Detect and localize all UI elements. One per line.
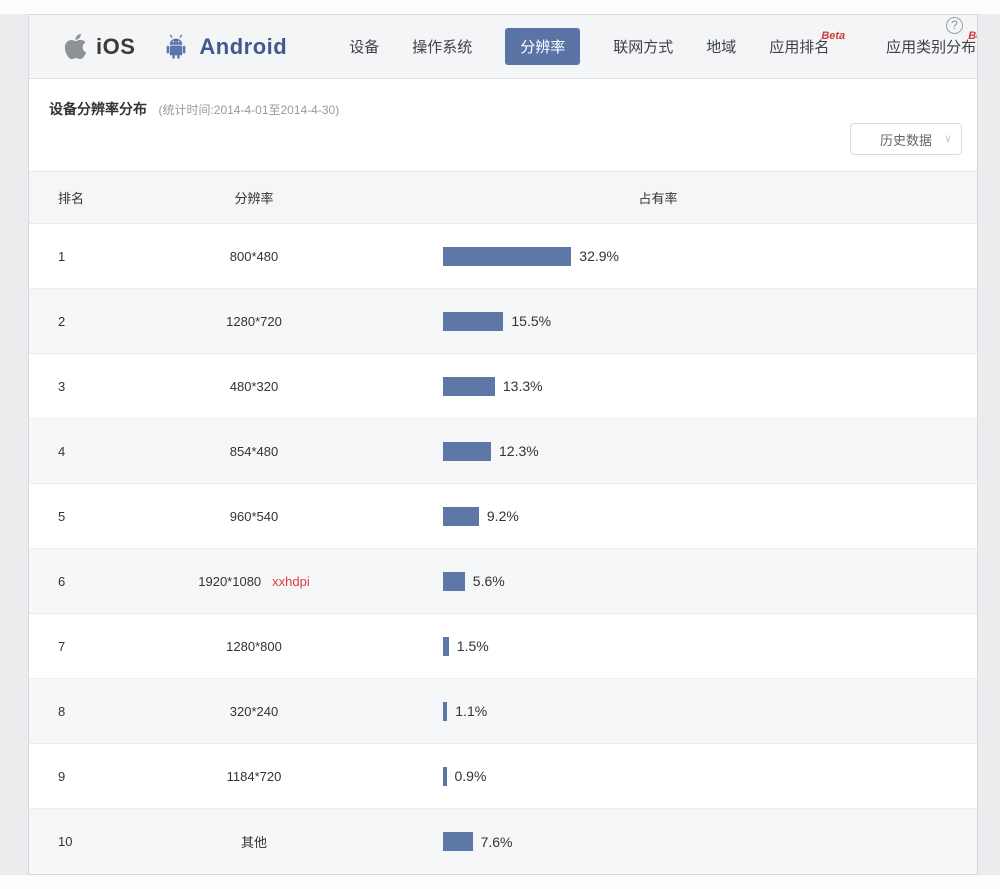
share-label: 1.1% <box>455 703 487 719</box>
rank-cell: 7 <box>29 639 139 654</box>
share-bar <box>443 637 449 656</box>
rank-cell: 4 <box>29 444 139 459</box>
beta-badge: Beta <box>821 30 845 42</box>
table-row: 1 800*480 32.9% <box>29 224 977 289</box>
share-cell: 0.9% <box>369 767 977 786</box>
table-body: 1 800*480 32.9% 2 1280*720 15.5% 3 480*3… <box>29 224 977 874</box>
nav-item-network[interactable]: 联网方式 <box>613 36 673 57</box>
history-data-dropdown[interactable]: 历史数据 ∨ <box>850 123 962 155</box>
share-bar <box>443 702 447 721</box>
share-bar <box>443 247 571 266</box>
share-label: 15.5% <box>511 313 551 329</box>
platform-label-ios: iOS <box>96 34 135 60</box>
share-cell: 15.5% <box>369 312 977 331</box>
table-row: 6 1920*1080 xxhdpi 5.6% <box>29 549 977 614</box>
table-row: 2 1280*720 15.5% <box>29 289 977 354</box>
resolution-cell: 1184*720 <box>139 769 369 784</box>
rank-cell: 9 <box>29 769 139 784</box>
resolution-tag-xxhdpi: xxhdpi <box>272 574 310 589</box>
rank-cell: 6 <box>29 574 139 589</box>
share-label: 0.9% <box>455 768 487 784</box>
rank-cell: 1 <box>29 249 139 264</box>
share-label: 32.9% <box>579 248 619 264</box>
resolution-cell: 1920*1080 xxhdpi <box>139 574 369 589</box>
page-title: 设备分辨率分布 <box>49 99 147 119</box>
header-share: 占有率 <box>369 188 977 207</box>
header-resolution: 分辨率 <box>139 188 369 207</box>
platform-label-android: Android <box>199 34 287 60</box>
platform-tab-android[interactable]: Android <box>161 31 287 62</box>
share-label: 12.3% <box>499 443 539 459</box>
table-row: 4 854*480 12.3% <box>29 419 977 484</box>
share-label: 1.5% <box>457 638 489 654</box>
share-bar <box>443 832 473 851</box>
share-bar <box>443 572 465 591</box>
nav-item-os[interactable]: 操作系统 <box>412 36 472 57</box>
resolution-cell: 480*320 <box>139 379 369 394</box>
section-header: 设备分辨率分布 (统计时间:2014-4-01至2014-4-30) 历史数据 … <box>29 79 977 172</box>
beta-badge: Beta <box>968 30 978 42</box>
table-row: 7 1280*800 1.5% <box>29 614 977 679</box>
share-cell: 12.3% <box>369 442 977 461</box>
android-icon <box>161 31 191 62</box>
date-range: (统计时间:2014-4-01至2014-4-30) <box>158 101 339 118</box>
share-cell: 1.5% <box>369 637 977 656</box>
apple-icon <box>63 32 88 61</box>
resolution-cell: 1280*720 <box>139 314 369 329</box>
share-label: 5.6% <box>473 573 505 589</box>
share-cell: 9.2% <box>369 507 977 526</box>
share-cell: 32.9% <box>369 247 977 266</box>
rank-cell: 8 <box>29 704 139 719</box>
share-bar <box>443 442 491 461</box>
nav-item-app-ranking[interactable]: 应用排名Beta <box>769 36 853 57</box>
nav-item-app-category-label: 应用类别分布 <box>886 39 976 56</box>
table-header: 排名 分辨率 占有率 <box>29 172 977 224</box>
table-row: 3 480*320 13.3% <box>29 354 977 419</box>
rank-cell: 10 <box>29 834 139 849</box>
rank-cell: 2 <box>29 314 139 329</box>
resolution-cell: 960*540 <box>139 509 369 524</box>
dropdown-value: 历史数据 <box>880 130 932 149</box>
header-rank: 排名 <box>29 188 139 207</box>
nav-item-devices[interactable]: 设备 <box>349 36 379 57</box>
share-cell: 13.3% <box>369 377 977 396</box>
nav-items: 设备 操作系统 分辨率 联网方式 地域 应用排名Beta 应用类别分布Beta <box>349 28 978 65</box>
table-row: 9 1184*720 0.9% <box>29 744 977 809</box>
resolution-cell: 800*480 <box>139 249 369 264</box>
resolution-value: 1920*1080 <box>198 574 261 589</box>
share-bar <box>443 507 479 526</box>
share-bar <box>443 767 447 786</box>
table-row: 8 320*240 1.1% <box>29 679 977 744</box>
share-cell: 7.6% <box>369 832 977 851</box>
share-bar <box>443 377 495 396</box>
table-row: 5 960*540 9.2% <box>29 484 977 549</box>
nav-item-app-category[interactable]: 应用类别分布Beta <box>886 36 978 57</box>
share-label: 13.3% <box>503 378 543 394</box>
resolution-cell: 其他 <box>139 832 369 851</box>
help-icon[interactable]: ? <box>946 17 963 34</box>
nav-item-resolution[interactable]: 分辨率 <box>505 28 580 65</box>
share-label: 9.2% <box>487 508 519 524</box>
rank-cell: 5 <box>29 509 139 524</box>
nav-item-region[interactable]: 地域 <box>706 36 736 57</box>
resolution-cell: 320*240 <box>139 704 369 719</box>
share-cell: 1.1% <box>369 702 977 721</box>
share-bar <box>443 312 503 331</box>
share-cell: 5.6% <box>369 572 977 591</box>
page-gutter-left <box>0 14 28 875</box>
share-label: 7.6% <box>481 834 513 850</box>
top-nav: iOS <box>29 15 977 79</box>
chevron-down-icon: ∨ <box>944 132 952 145</box>
analytics-panel: iOS <box>28 14 978 875</box>
rank-cell: 3 <box>29 379 139 394</box>
page-gutter-right <box>978 14 1000 875</box>
platform-tab-ios[interactable]: iOS <box>63 32 135 61</box>
resolution-cell: 854*480 <box>139 444 369 459</box>
resolution-cell: 1280*800 <box>139 639 369 654</box>
table-row: 10 其他 7.6% <box>29 809 977 874</box>
